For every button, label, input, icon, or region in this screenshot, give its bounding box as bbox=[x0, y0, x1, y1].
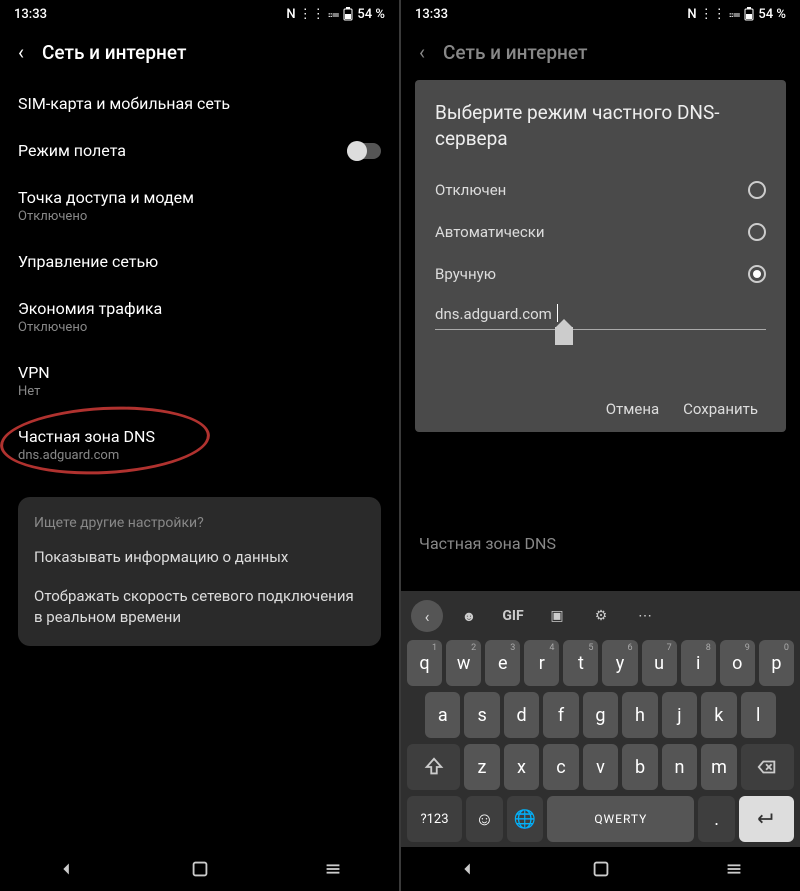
suggestion-card: Ищете другие настройки? Показывать инфор… bbox=[18, 497, 381, 646]
emoji-key[interactable]: ☺ bbox=[466, 796, 503, 842]
key-c[interactable]: c bbox=[543, 744, 579, 790]
key-j[interactable]: j bbox=[662, 692, 697, 738]
key-t[interactable]: t5 bbox=[563, 640, 598, 686]
key-i[interactable]: i8 bbox=[681, 640, 716, 686]
key-p[interactable]: p0 bbox=[759, 640, 794, 686]
key-w[interactable]: w2 bbox=[446, 640, 481, 686]
key-s[interactable]: s bbox=[464, 692, 499, 738]
header-row: ‹ Сеть и интернет bbox=[401, 28, 800, 80]
clipboard-icon[interactable]: ▣ bbox=[539, 608, 575, 624]
phone-right: 13:33 N ⋮⋮ ⩴ 54 % ‹ Сеть и интернет Част… bbox=[401, 0, 800, 891]
shift-key[interactable] bbox=[407, 744, 460, 790]
page-title: Сеть и интернет bbox=[443, 41, 587, 64]
item-airplane[interactable]: Режим полета bbox=[18, 127, 381, 174]
nav-home-icon[interactable] bbox=[590, 858, 612, 880]
item-sim[interactable]: SIM-карта и мобильная сеть bbox=[18, 80, 381, 127]
battery-icon bbox=[744, 7, 754, 21]
key-m[interactable]: m bbox=[701, 744, 737, 790]
key-f[interactable]: f bbox=[543, 692, 578, 738]
backspace-key[interactable] bbox=[741, 744, 794, 790]
key-o[interactable]: o9 bbox=[720, 640, 755, 686]
lang-key[interactable]: 🌐 bbox=[507, 796, 544, 842]
header-row[interactable]: ‹ Сеть и интернет bbox=[0, 28, 399, 80]
key-h[interactable]: h bbox=[622, 692, 657, 738]
status-time: 13:33 bbox=[415, 7, 448, 22]
item-hotspot[interactable]: Точка доступа и модем Отключено bbox=[18, 174, 381, 238]
suggest-2[interactable]: Отображать скорость сетевого подключения… bbox=[34, 586, 365, 628]
item-saver[interactable]: Экономия трафика Отключено bbox=[18, 285, 381, 349]
page-title: Сеть и интернет bbox=[42, 41, 186, 64]
dns-input[interactable]: dns.adguard.com bbox=[435, 301, 766, 330]
keyboard-row-4: ?123 ☺ 🌐 QWERTY . bbox=[405, 793, 796, 845]
suggest-1[interactable]: Показывать информацию о данных bbox=[34, 547, 365, 568]
nav-back-icon[interactable] bbox=[457, 858, 479, 880]
keyboard: ‹ ☻ GIF ▣ ⚙ ⋯ q1w2e3r4t5y6u7i8o9p0 asdfg… bbox=[401, 591, 800, 847]
key-q[interactable]: q1 bbox=[407, 640, 442, 686]
more-icon[interactable]: ⋯ bbox=[627, 608, 663, 624]
keyboard-row-1: q1w2e3r4t5y6u7i8o9p0 bbox=[405, 637, 796, 689]
status-time: 13:33 bbox=[14, 7, 47, 22]
radio-icon[interactable] bbox=[748, 223, 766, 241]
key-g[interactable]: g bbox=[583, 692, 618, 738]
gif-button[interactable]: GIF bbox=[495, 608, 531, 624]
key-y[interactable]: y6 bbox=[602, 640, 637, 686]
key-a[interactable]: a bbox=[425, 692, 460, 738]
radio-off[interactable]: Отключен bbox=[435, 169, 766, 211]
enter-key[interactable] bbox=[739, 796, 794, 842]
key-u[interactable]: u7 bbox=[642, 640, 677, 686]
key-z[interactable]: z bbox=[464, 744, 500, 790]
status-icons: N ⋮⋮ ⩴ bbox=[286, 7, 339, 22]
airplane-toggle[interactable] bbox=[347, 143, 381, 159]
item-dns[interactable]: Частная зона DNS dns.adguard.com bbox=[18, 413, 381, 477]
key-b[interactable]: b bbox=[622, 744, 658, 790]
nav-recent-icon[interactable] bbox=[723, 858, 745, 880]
key-n[interactable]: n bbox=[662, 744, 698, 790]
nav-bar bbox=[401, 847, 800, 891]
phone-left: 13:33 N ⋮⋮ ⩴ 54 % ‹ Сеть и интернет SIM-… bbox=[0, 0, 399, 891]
status-bar: 13:33 N ⋮⋮ ⩴ 54 % bbox=[401, 0, 800, 28]
nav-recent-icon[interactable] bbox=[322, 858, 344, 880]
numeric-key[interactable]: ?123 bbox=[407, 796, 462, 842]
kbd-collapse-icon[interactable]: ‹ bbox=[411, 600, 443, 632]
save-button[interactable]: Сохранить bbox=[683, 400, 758, 418]
keyboard-row-2: asdfghjkl bbox=[405, 689, 796, 741]
cursor-handle[interactable] bbox=[555, 327, 573, 345]
status-icons: N ⋮⋮ ⩴ bbox=[687, 7, 740, 22]
keyboard-toolbar: ‹ ☻ GIF ▣ ⚙ ⋯ bbox=[405, 595, 796, 637]
key-l[interactable]: l bbox=[741, 692, 776, 738]
radio-auto[interactable]: Автоматически bbox=[435, 211, 766, 253]
key-v[interactable]: v bbox=[583, 744, 619, 790]
nav-home-icon[interactable] bbox=[189, 858, 211, 880]
battery-icon bbox=[343, 7, 353, 21]
modal-title: Выберите режим частного DNS-сервера bbox=[435, 100, 766, 151]
radio-icon[interactable] bbox=[748, 265, 766, 283]
status-bar: 13:33 N ⋮⋮ ⩴ 54 % bbox=[0, 0, 399, 28]
key-r[interactable]: r4 bbox=[524, 640, 559, 686]
settings-list: SIM-карта и мобильная сеть Режим полета … bbox=[0, 80, 399, 847]
keyboard-row-3: zxcvbnm bbox=[405, 741, 796, 793]
status-battery: 54 % bbox=[758, 7, 786, 22]
radio-icon[interactable] bbox=[748, 181, 766, 199]
key-e[interactable]: e3 bbox=[485, 640, 520, 686]
cancel-button[interactable]: Отмена bbox=[606, 400, 659, 418]
period-key[interactable]: . bbox=[698, 796, 735, 842]
space-key[interactable]: QWERTY bbox=[547, 796, 694, 842]
nav-bar bbox=[0, 847, 399, 891]
dns-modal: Выберите режим частного DNS-сервера Откл… bbox=[415, 80, 786, 432]
item-dns-peek: Частная зона DNS bbox=[419, 520, 782, 567]
item-manage[interactable]: Управление сетью bbox=[18, 238, 381, 285]
key-k[interactable]: k bbox=[701, 692, 736, 738]
key-d[interactable]: d bbox=[504, 692, 539, 738]
settings-icon[interactable]: ⚙ bbox=[583, 608, 619, 624]
item-vpn[interactable]: VPN Нет bbox=[18, 349, 381, 413]
suggest-hint: Ищете другие настройки? bbox=[34, 515, 365, 531]
radio-manual[interactable]: Вручную bbox=[435, 253, 766, 295]
back-icon: ‹ bbox=[419, 40, 425, 64]
sticker-icon[interactable]: ☻ bbox=[451, 608, 487, 625]
back-icon[interactable]: ‹ bbox=[18, 40, 24, 64]
key-x[interactable]: x bbox=[504, 744, 540, 790]
nav-back-icon[interactable] bbox=[56, 858, 78, 880]
status-battery: 54 % bbox=[357, 7, 385, 22]
